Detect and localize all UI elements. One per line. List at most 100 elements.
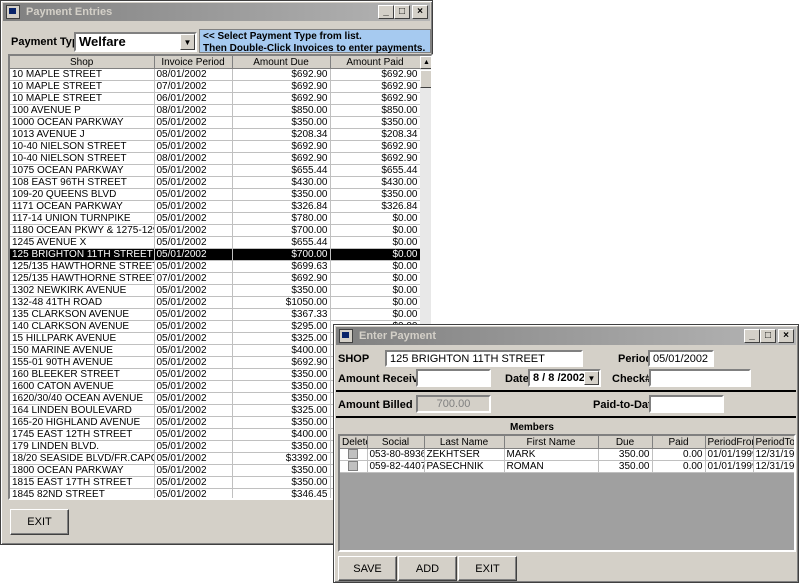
table-row[interactable]: 1245 AVENUE X 05/01/2002 $655.44 $0.00 xyxy=(10,236,421,249)
enter-payment-titlebar[interactable]: Enter Payment _ □ × xyxy=(336,327,796,345)
table-row[interactable]: 108 EAST 96TH STREET 05/01/2002 $430.00 $43… xyxy=(10,176,421,189)
table-cell: 1745 EAST 12TH STREET xyxy=(10,428,155,441)
table-cell: 05/01/2002 xyxy=(154,140,233,153)
main-exit-button[interactable]: EXIT xyxy=(10,509,69,535)
table-cell: $350.00 xyxy=(330,116,421,129)
table-cell: 05/01/2002 xyxy=(154,224,233,237)
delete-checkbox[interactable] xyxy=(348,449,359,460)
table-cell: 05/01/2002 xyxy=(154,248,233,261)
table-row[interactable]: 125 BRIGHTON 11TH STREET 05/01/2002 $700.0… xyxy=(10,248,421,261)
table-row[interactable]: 10 MAPLE STREET 07/01/2002 $692.90 $692.90 xyxy=(10,80,421,93)
dropdown-arrow-icon[interactable]: ▼ xyxy=(180,34,195,50)
table-cell: $692.90 xyxy=(232,68,331,81)
member-column-header[interactable]: PeriodFrom xyxy=(705,436,754,449)
member-cell: MARK xyxy=(504,448,599,461)
member-row[interactable]: 053-80-8936 ZEKHTSER MARK 350.00 0.00 01/01/1… xyxy=(340,448,794,461)
table-row[interactable]: 1171 OCEAN PARKWAY 05/01/2002 $326.84 $326.… xyxy=(10,200,421,213)
member-column-header[interactable]: Due xyxy=(598,436,653,449)
date-picker[interactable]: 8 / 8 /2002 ▼ xyxy=(528,369,601,387)
shop-field[interactable]: 125 BRIGHTON 11TH STREET xyxy=(385,350,583,367)
table-row[interactable]: 1180 OCEAN PKWY & 1275-1293 05/01/2002 $70… xyxy=(10,224,421,237)
member-cell: ZEKHTSER xyxy=(424,448,505,461)
member-column-header[interactable]: Delete xyxy=(340,436,368,449)
table-row[interactable]: 10 MAPLE STREET 08/01/2002 $692.90 $692.90 xyxy=(10,68,421,81)
member-row[interactable]: 059-82-4407 PASECHNIK ROMAN 350.00 0.00 01/01… xyxy=(340,460,794,473)
column-header[interactable]: Shop xyxy=(10,56,155,69)
amount-billed-label: Amount Billed xyxy=(338,399,413,411)
table-cell: 132-48 41TH ROAD xyxy=(10,296,155,309)
dialog-title: Enter Payment xyxy=(359,330,437,342)
table-cell: 108 EAST 96TH STREET xyxy=(10,176,155,189)
member-cell: 0.00 xyxy=(652,448,706,461)
column-header[interactable]: Amount Due xyxy=(232,56,331,69)
member-column-header[interactable]: Social xyxy=(367,436,425,449)
check-field[interactable] xyxy=(649,369,751,387)
table-cell: $208.34 xyxy=(232,128,331,141)
member-column-header[interactable]: Paid xyxy=(652,436,706,449)
table-cell: 125/135 HAWTHORNE STREET xyxy=(10,260,155,273)
enter-payment-dialog: Enter Payment _ □ × SHOP 125 BRIGHTON 11… xyxy=(333,324,799,583)
table-cell: 06/01/2002 xyxy=(154,92,233,105)
table-cell: $692.90 xyxy=(232,80,331,93)
payment-type-select[interactable]: Welfare ▼ xyxy=(74,32,197,52)
paid-to-date-field[interactable] xyxy=(649,395,724,413)
table-cell: $700.00 xyxy=(232,248,331,261)
table-cell: 155-01 90TH AVENUE xyxy=(10,356,155,369)
payment-entries-titlebar[interactable]: Payment Entries _ □ × xyxy=(3,3,430,21)
table-row[interactable]: 1000 OCEAN PARKWAY 05/01/2002 $350.00 $350.… xyxy=(10,116,421,129)
table-cell: 05/01/2002 xyxy=(154,476,233,489)
minimize-button[interactable]: _ xyxy=(378,5,394,19)
table-cell: 05/01/2002 xyxy=(154,308,233,321)
table-row[interactable]: 109-20 QUEENS BLVD 05/01/2002 $350.00 $350.… xyxy=(10,188,421,201)
table-row[interactable]: 10 MAPLE STREET 06/01/2002 $692.90 $692.90 xyxy=(10,92,421,105)
save-button[interactable]: SAVE xyxy=(338,556,397,581)
delete-cell[interactable] xyxy=(340,460,368,473)
column-header[interactable]: Invoice Period xyxy=(154,56,233,69)
table-cell: 1620/30/40 OCEAN AVENUE xyxy=(10,392,155,405)
scroll-thumb[interactable] xyxy=(420,70,431,88)
app-icon xyxy=(6,5,20,19)
table-cell: 125/135 HAWTHORNE STREET xyxy=(10,272,155,285)
table-cell: 07/01/2002 xyxy=(154,272,233,285)
table-row[interactable]: 125/135 HAWTHORNE STREET 05/01/2002 $699.6… xyxy=(10,260,421,273)
separator-line xyxy=(336,416,796,418)
member-column-header[interactable]: Last Name xyxy=(424,436,505,449)
members-grid[interactable]: DeleteSocialLast NameFirst NameDuePaidPe… xyxy=(338,434,796,552)
amount-billed-field: 700.00 xyxy=(416,395,491,413)
add-button[interactable]: ADD xyxy=(398,556,457,581)
member-cell: 12/31/1999 xyxy=(753,460,794,473)
table-cell: $692.90 xyxy=(330,92,421,105)
amount-received-field[interactable] xyxy=(416,369,491,387)
column-header[interactable]: Amount Paid xyxy=(330,56,421,69)
table-row[interactable]: 1075 OCEAN PARKWAY 05/01/2002 $655.44 $655.… xyxy=(10,164,421,177)
close-button[interactable]: × xyxy=(412,5,428,19)
table-row[interactable]: 135 CLARKSON AVENUE 05/01/2002 $367.33 $0.0… xyxy=(10,308,421,321)
maximize-button[interactable]: □ xyxy=(394,5,410,19)
dialog-minimize-button[interactable]: _ xyxy=(744,329,760,343)
table-row[interactable]: 132-48 41TH ROAD 05/01/2002 $1050.00 $0.00 xyxy=(10,296,421,309)
table-row[interactable]: 100 AVENUE P 08/01/2002 $850.00 $850.00 xyxy=(10,104,421,117)
delete-cell[interactable] xyxy=(340,448,368,461)
delete-checkbox[interactable] xyxy=(348,461,359,472)
member-column-header[interactable]: First Name xyxy=(504,436,599,449)
table-cell: 109-20 QUEENS BLVD xyxy=(10,188,155,201)
table-row[interactable]: 1302 NEWKIRK AVENUE 05/01/2002 $350.00 $0.0… xyxy=(10,284,421,297)
table-cell: $350.00 xyxy=(232,380,331,393)
dialog-exit-button[interactable]: EXIT xyxy=(458,556,517,581)
date-dropdown-icon[interactable]: ▼ xyxy=(584,371,599,385)
table-row[interactable]: 117-14 UNION TURNPIKE 05/01/2002 $780.00 $0… xyxy=(10,212,421,225)
dialog-maximize-button[interactable]: □ xyxy=(760,329,776,343)
table-cell: 05/01/2002 xyxy=(154,488,233,498)
period-field[interactable]: 05/01/2002 xyxy=(648,350,714,367)
dialog-close-button[interactable]: × xyxy=(778,329,794,343)
member-column-header[interactable]: PeriodTo xyxy=(753,436,794,449)
table-row[interactable]: 10-40 NIELSON STREET 05/01/2002 $692.90 $69… xyxy=(10,140,421,153)
table-row[interactable]: 125/135 HAWTHORNE STREET 07/01/2002 $692.9… xyxy=(10,272,421,285)
table-row[interactable]: 1013 AVENUE J 05/01/2002 $208.34 $208.34 xyxy=(10,128,421,141)
table-cell: 05/01/2002 xyxy=(154,380,233,393)
table-cell: 10 MAPLE STREET xyxy=(10,68,155,81)
table-row[interactable]: 10-40 NIELSON STREET 08/01/2002 $692.90 $69… xyxy=(10,152,421,165)
date-label: Date xyxy=(505,373,529,385)
scroll-up-button[interactable]: ▲ xyxy=(420,56,431,69)
table-cell: 150 MARINE AVENUE xyxy=(10,344,155,357)
